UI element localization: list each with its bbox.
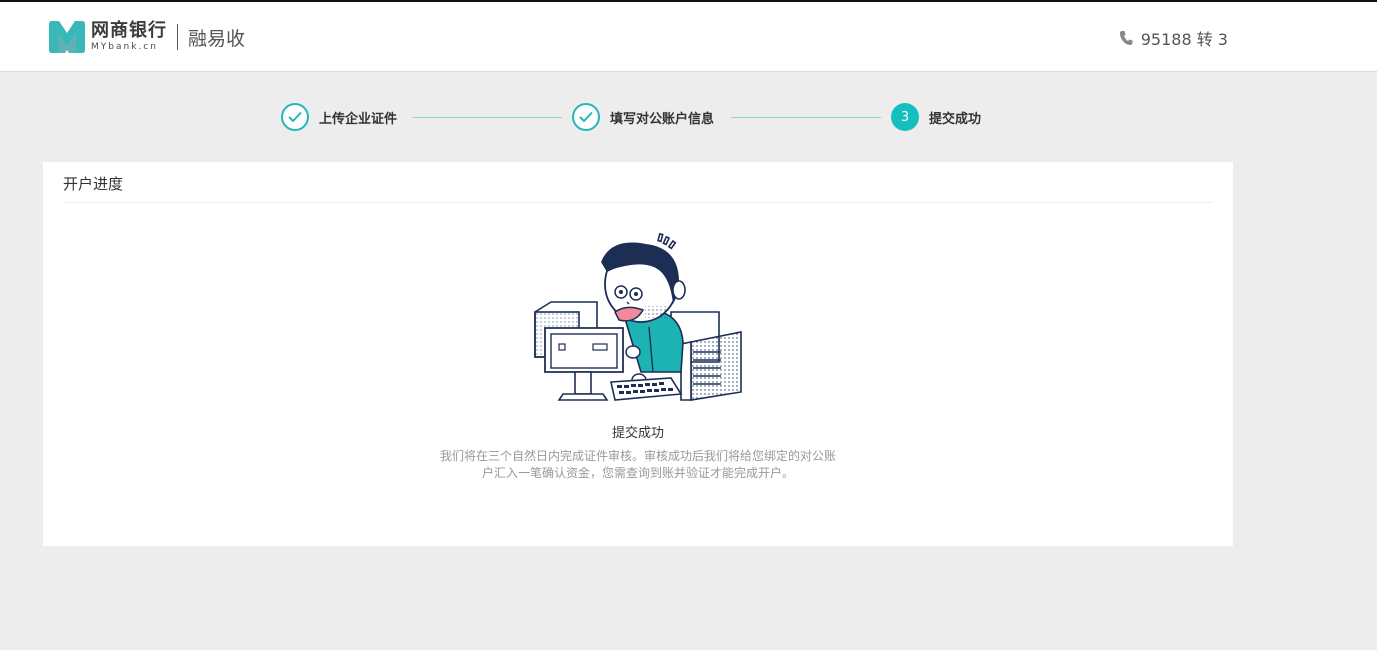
check-icon — [281, 103, 309, 131]
hotline-number: 95188 转 3 — [1140, 30, 1228, 49]
step-connector-2 — [731, 117, 881, 118]
step-label: 上传企业证件 — [319, 111, 398, 127]
step-number-badge: 3 — [891, 103, 919, 131]
card-divider — [63, 202, 1213, 203]
step-upload-documents: 上传企业证件 — [281, 102, 397, 132]
step-account-info: 填写对公账户信息 — [572, 102, 714, 132]
step-submit-success: 3 提交成功 — [891, 102, 981, 132]
step-connector-1 — [412, 117, 562, 118]
logo-english-name: MYbank.cn — [91, 42, 158, 52]
progress-steps: 上传企业证件 填写对公账户信息 3 提交成功 — [0, 102, 1377, 132]
logo-divider — [177, 24, 178, 50]
hotline: 95188 转 3 — [1119, 26, 1228, 50]
step-label: 提交成功 — [929, 111, 982, 127]
product-name: 融易收 — [188, 27, 246, 50]
account-progress-card: 开户进度 提交成功 我们将在三个自然日内完成证件审核。审核成功后我们将给您绑定的… — [43, 162, 1233, 546]
mybank-logo-mark — [49, 21, 85, 53]
person-at-computer-illustration — [534, 232, 742, 401]
card-title: 开户进度 — [63, 175, 124, 193]
step-label: 填写对公账户信息 — [610, 111, 715, 127]
top-header: 网商银行 MYbank.cn 融易收 95188 转 3 — [0, 2, 1377, 72]
phone-icon — [1119, 31, 1133, 45]
mybank-logo[interactable]: 网商银行 MYbank.cn 融易收 — [47, 20, 245, 54]
success-title: 提交成功 — [611, 426, 664, 441]
logo-chinese-name: 网商银行 — [91, 20, 167, 41]
success-description: 我们将在三个自然日内完成证件审核。审核成功后我们将给您绑定的对公账户汇入一笔确认… — [440, 449, 837, 480]
check-icon — [572, 103, 600, 131]
